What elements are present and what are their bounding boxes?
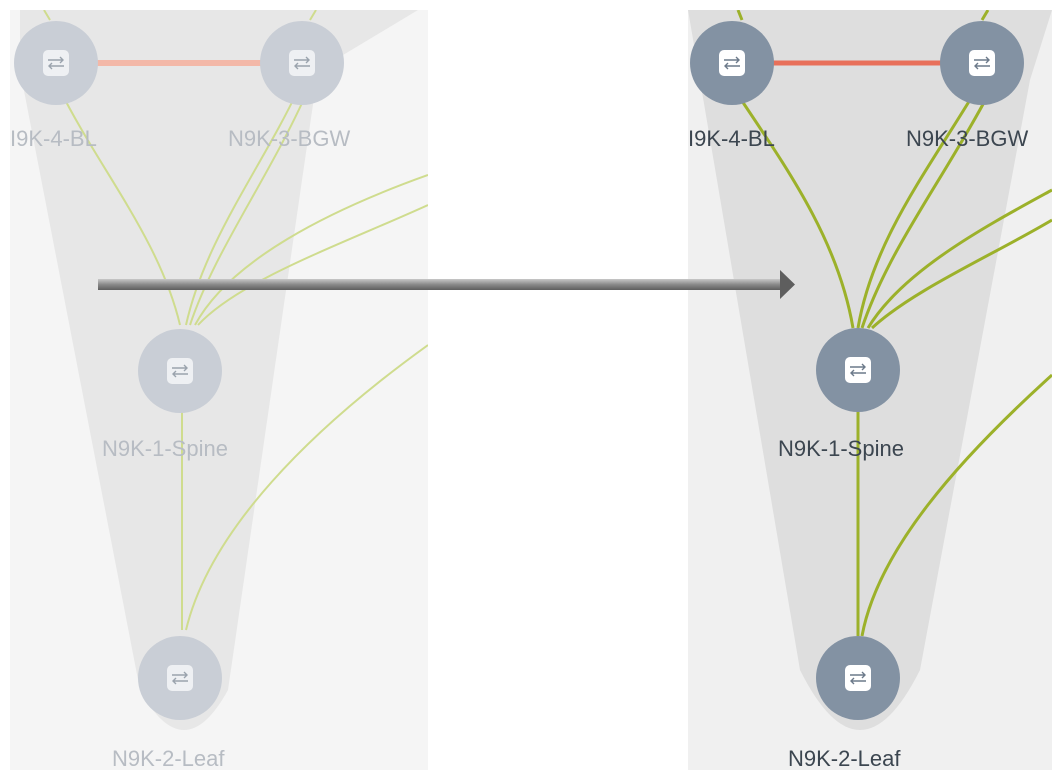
arrow-right-icon xyxy=(98,270,795,299)
